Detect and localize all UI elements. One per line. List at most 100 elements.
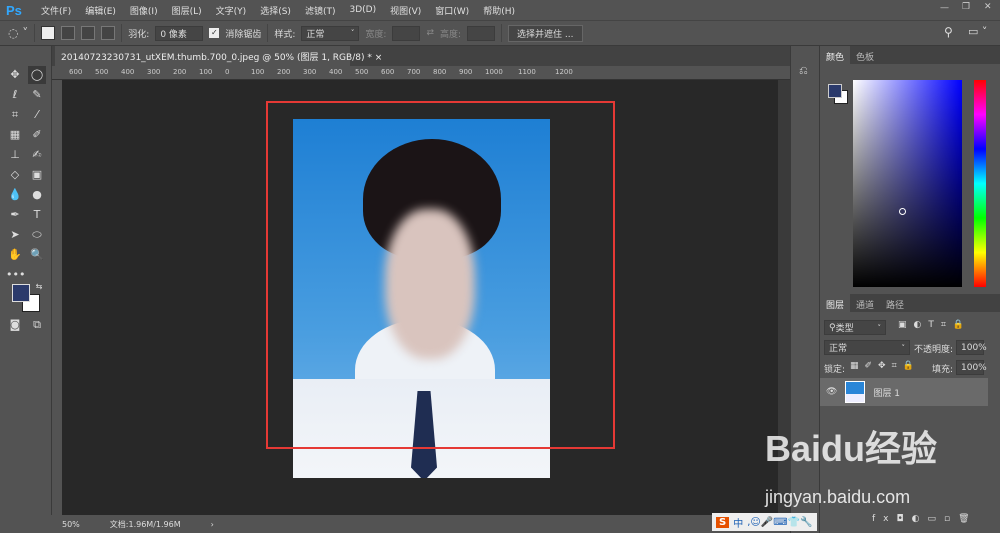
dodge-tool-icon[interactable]: ● (28, 186, 46, 204)
hue-slider[interactable] (974, 80, 986, 287)
quick-selection-tool-icon[interactable]: ✎ (28, 86, 46, 104)
close-tab-icon[interactable]: × (375, 53, 383, 63)
move-tool-icon[interactable]: ✥ (6, 66, 24, 84)
width-input[interactable] (392, 25, 421, 41)
fx-button[interactable]: fx (872, 514, 897, 524)
status-menu-arrow[interactable]: › (211, 520, 214, 529)
layer-filter-select[interactable]: ⚲ 类型 ˅ (824, 320, 886, 335)
close-button[interactable]: ✕ (984, 2, 992, 12)
visibility-eye-icon[interactable]: 👁 (826, 387, 837, 397)
eraser-tool-icon[interactable]: ◇ (6, 166, 24, 184)
foreground-color-swatch[interactable] (12, 284, 30, 302)
zoom-level[interactable]: 50% (62, 520, 80, 529)
menu-select[interactable]: 选择(S) (253, 4, 298, 17)
select-and-mask-button[interactable]: 选择并遮住 ... (508, 24, 583, 42)
subtract-selection-icon[interactable] (81, 26, 96, 40)
intersect-selection-icon[interactable] (101, 26, 116, 40)
swap-colors-icon[interactable]: ⇆ (30, 278, 48, 296)
color-foreground-swatch[interactable] (828, 84, 842, 98)
ime-icons[interactable]: ,☺🎤⌨👕🔧 (747, 517, 812, 528)
antialias-checkbox[interactable]: ✓ (209, 28, 220, 38)
feather-label: 羽化: (128, 29, 150, 40)
ruler-label: 100 (251, 68, 265, 76)
crop-tool-icon[interactable]: ⌗ (6, 106, 24, 124)
ruler-label: 600 (69, 68, 83, 76)
search-icon[interactable]: ⚲ (944, 25, 953, 39)
style-label: 样式: (274, 29, 296, 40)
menu-3d[interactable]: 3D(D) (342, 5, 383, 15)
menu-view[interactable]: 视图(V) (383, 4, 428, 17)
menu-filter[interactable]: 滤镜(T) (298, 4, 343, 17)
add-selection-icon[interactable] (61, 26, 76, 40)
eyedropper-tool-icon[interactable]: ⁄ (28, 106, 46, 124)
ruler-label: 400 (329, 68, 343, 76)
lasso-tool-icon[interactable]: ℓ (6, 86, 24, 104)
status-bar: 50% 文档:1.96M/1.96M › (52, 515, 790, 533)
menu-window[interactable]: 窗口(W) (428, 4, 476, 17)
layer-name[interactable]: 图层 1 (873, 386, 900, 399)
width-label: 宽度: (365, 29, 387, 40)
ellipse-shape-icon[interactable]: ⬭ (28, 226, 46, 244)
zoom-tool-icon[interactable]: 🔍 (28, 246, 46, 264)
history-brush-icon[interactable]: ✍ (28, 146, 46, 164)
document-title: 20140723230731_utXEM.thumb.700_0.jpeg @ … (61, 53, 372, 63)
lock-icons[interactable]: ▦✐✥⌗🔒 (850, 361, 920, 371)
elliptical-marquee-tool-icon[interactable]: ◯ (28, 66, 46, 84)
color-picker-cursor[interactable] (899, 208, 906, 215)
opacity-label: 不透明度: (914, 345, 954, 355)
workspace-icon[interactable]: ▭ ˅ (968, 25, 987, 38)
screen-mode-icon[interactable]: ⧉ (28, 316, 46, 334)
quick-mask-icon[interactable]: ◙ (6, 316, 24, 334)
path-selection-icon[interactable]: ➤ (6, 226, 24, 244)
blend-mode-select[interactable]: 正常 ˅ (824, 340, 910, 355)
ruler-label: 800 (433, 68, 447, 76)
elliptical-marquee-preset-icon[interactable]: ◌ ˅ (8, 26, 28, 40)
layer-row[interactable]: 👁 图层 1 (820, 378, 988, 406)
tab-swatches[interactable]: 色板 (850, 46, 880, 67)
height-input[interactable] (467, 25, 496, 41)
menu-help[interactable]: 帮助(H) (476, 4, 522, 17)
sogou-icon[interactable]: S (716, 516, 730, 528)
healing-brush-icon[interactable]: ▦ (6, 126, 24, 144)
layer-filter-value: 类型 (835, 324, 854, 334)
gradient-tool-icon[interactable]: ▣ (28, 166, 46, 184)
tab-color[interactable]: 颜色 (820, 46, 851, 67)
tab-paths[interactable]: 路径 (880, 294, 910, 315)
brush-tool-icon[interactable]: ✐ (28, 126, 46, 144)
hand-tool-icon[interactable]: ✋ (6, 246, 24, 264)
height-label: 高度: (440, 29, 462, 40)
minimize-button[interactable]: — (940, 3, 949, 13)
layer-filter-icons[interactable]: ▣◐T⌗🔒 (898, 320, 971, 330)
ruler-label: 200 (173, 68, 187, 76)
blur-tool-icon[interactable]: 💧 (6, 186, 24, 204)
menu-layer[interactable]: 图层(L) (165, 4, 209, 17)
more-tools-icon[interactable]: ••• (6, 266, 25, 284)
document-tab[interactable]: 20140723230731_utXEM.thumb.700_0.jpeg @ … (55, 46, 382, 66)
style-value: 正常 (306, 29, 325, 40)
photoshop-logo: Ps (6, 2, 22, 18)
history-panel-icon[interactable]: ⎌ (799, 64, 808, 78)
new-selection-icon[interactable] (41, 26, 56, 40)
feather-input[interactable]: 0 像素 (155, 25, 204, 41)
menu-image[interactable]: 图像(I) (123, 4, 165, 17)
color-picker-field[interactable] (853, 80, 962, 287)
ruler-label: 500 (95, 68, 109, 76)
ime-language[interactable]: 中 (733, 515, 743, 530)
menu-edit[interactable]: 编辑(E) (78, 4, 123, 17)
maximize-button[interactable]: ❐ (962, 2, 970, 12)
menu-file[interactable]: 文件(F) (34, 4, 78, 17)
antialias-label: 消除锯齿 (225, 29, 262, 40)
blend-mode-value: 正常 (829, 344, 848, 354)
menu-type[interactable]: 文字(Y) (209, 4, 254, 17)
clone-stamp-icon[interactable]: ⊥ (6, 146, 24, 164)
layers-panel-tabs: 图层 通道 路径 (820, 294, 1000, 315)
type-tool-icon[interactable]: T (28, 206, 46, 224)
tab-layers[interactable]: 图层 (820, 294, 851, 315)
opacity-input[interactable]: 100% (956, 340, 987, 355)
fill-input[interactable]: 100% (956, 360, 987, 375)
pen-tool-icon[interactable]: ✒ (6, 206, 24, 224)
swap-icon[interactable]: ⇄ (426, 28, 434, 38)
style-select[interactable]: 正常 ˅ (301, 25, 360, 41)
tab-channels[interactable]: 通道 (850, 294, 880, 315)
ime-toolbar[interactable]: S 中 ,☺🎤⌨👕🔧 (712, 513, 817, 531)
